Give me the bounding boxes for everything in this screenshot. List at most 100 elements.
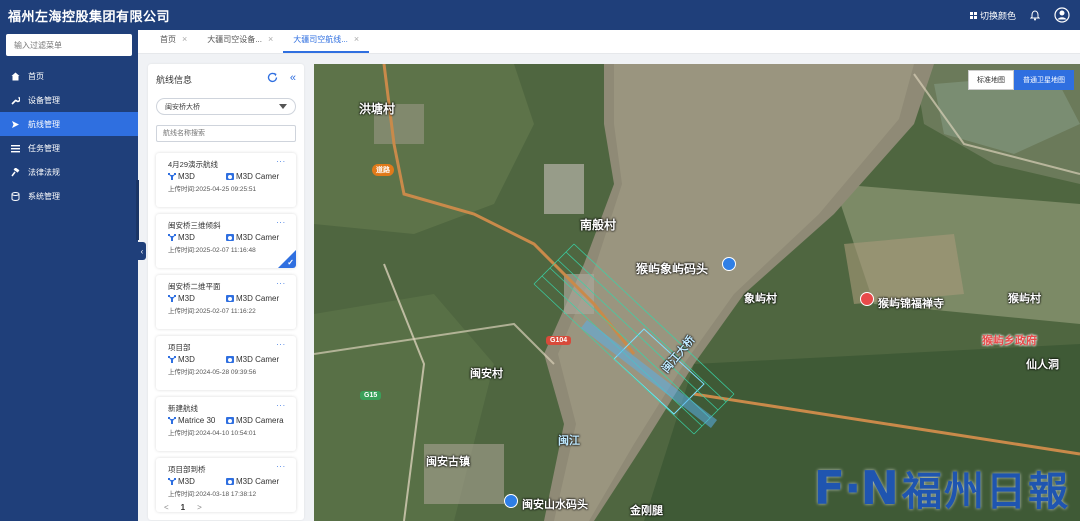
map-label-minan: 闽安村: [470, 368, 503, 380]
sidebar-item-routes[interactable]: 航线管理: [0, 112, 138, 136]
sidebar-collapse-button[interactable]: ‹: [138, 242, 146, 260]
map-label-xianren: 仙人洞: [1026, 359, 1059, 371]
prev-page-button[interactable]: <: [164, 503, 169, 512]
sidebar-resize-handle[interactable]: [136, 180, 139, 240]
sidebar-item-label: 航线管理: [28, 119, 60, 129]
drone-icon: [168, 416, 176, 425]
sidebar-item-system[interactable]: 系统管理: [0, 184, 138, 208]
sidebar: 首页 设备管理 航线管理 任务管理 法律法规 系统管理: [0, 30, 139, 521]
drone-icon: [168, 233, 176, 242]
tab-device[interactable]: 大疆司空设备... ×: [197, 31, 283, 53]
chevron-down-icon: [279, 104, 287, 109]
route-name: 闽安桥三维倾斜: [168, 221, 221, 230]
bell-icon[interactable]: [1030, 9, 1040, 21]
tab-route[interactable]: 大疆司空航线... ×: [283, 31, 370, 53]
tab-home[interactable]: 首页 ×: [150, 31, 197, 53]
route-camera: M3D Camer: [236, 477, 280, 486]
map-label-nanban: 南般村: [580, 218, 617, 232]
more-icon[interactable]: ...: [276, 399, 286, 408]
sidebar-item-label: 任务管理: [28, 143, 60, 153]
tab-label: 首页: [160, 34, 176, 44]
plane-icon: [11, 120, 20, 129]
sidebar-item-tasks[interactable]: 任务管理: [0, 136, 138, 160]
grid-icon: [969, 11, 977, 19]
camera-icon: [226, 295, 234, 302]
list-icon: [11, 144, 20, 153]
sidebar-item-home[interactable]: 首页: [0, 64, 138, 88]
tab-label: 大疆司空设备...: [207, 34, 262, 44]
route-camera: M3D Camer: [236, 355, 280, 364]
map-label-houyu-village: 猴屿村: [1008, 293, 1041, 305]
drone-icon: [168, 355, 176, 364]
menu-filter-input[interactable]: [6, 34, 132, 56]
route-list: 4月29演示航线 ... M3D M3D Camer 上传时间:2025-04-…: [156, 153, 296, 519]
road-shield-g104: G104: [546, 336, 572, 345]
temple-pin-icon[interactable]: [860, 292, 874, 306]
satellite-map-button[interactable]: 普通卫星地图: [1014, 70, 1074, 90]
wrench-icon: [11, 96, 21, 105]
route-panel: 航线信息 « 闽安桥大桥 4月29演示航线 ... M3D M3D Camer …: [148, 64, 304, 520]
sidebar-item-laws[interactable]: 法律法规: [0, 160, 138, 184]
map-label-river: 闽江: [558, 435, 580, 447]
fuzhou-daily-watermark: F·N 福州日報: [814, 459, 1070, 517]
watermark-logo: F·N: [813, 461, 899, 515]
route-camera: M3D Camera: [236, 416, 284, 425]
map-label-hongtang: 洪塘村: [359, 102, 396, 116]
camera-icon: [226, 173, 234, 180]
double-chevron-left-icon[interactable]: «: [290, 72, 296, 84]
close-icon[interactable]: ×: [354, 34, 359, 44]
route-card[interactable]: 闽安桥二维平面 ... M3D M3D Camer 上传时间:2025-02-0…: [156, 275, 296, 329]
map-label-jingang: 金刚腿: [630, 505, 663, 517]
route-camera: M3D Camer: [236, 233, 280, 242]
route-card[interactable]: 4月29演示航线 ... M3D M3D Camer 上传时间:2025-04-…: [156, 153, 296, 207]
more-icon[interactable]: ...: [276, 460, 286, 469]
more-icon[interactable]: ...: [276, 277, 286, 286]
camera-icon: [226, 356, 234, 363]
map-label-houyu-gov: 猴屿乡政府: [982, 335, 1037, 347]
route-card[interactable]: 新建航线 ... Matrice 30 M3D Camera 上传时间:2024…: [156, 397, 296, 451]
route-device: M3D: [178, 294, 195, 303]
check-icon: ✓: [287, 258, 294, 267]
watermark-text: 福州日報: [902, 468, 1070, 515]
route-upload-time: 上传时间:2025-04-25 09:25:51: [168, 186, 257, 193]
pier2-pin-icon[interactable]: [504, 494, 518, 508]
route-card[interactable]: 闽安桥三维倾斜 ... M3D M3D Camer 上传时间:2025-02-0…: [156, 214, 296, 268]
route-search-input[interactable]: [156, 125, 296, 142]
top-bar: 福州左海控股集团有限公司 切换颜色: [0, 0, 1080, 30]
panel-title: 航线信息: [156, 74, 193, 85]
map-label-houyu-pier: 猴屿象屿码头: [636, 262, 709, 276]
standard-map-button[interactable]: 标准地图: [968, 70, 1014, 90]
map-label-houyu-temple: 猴屿锦福禅寺: [878, 298, 944, 310]
sidebar-item-label: 法律法规: [28, 167, 60, 177]
refresh-icon[interactable]: [267, 72, 278, 85]
route-card[interactable]: 项目部 ... M3D M3D Camer 上传时间:2024-05-28 09…: [156, 336, 296, 390]
home-icon: [11, 72, 20, 81]
camera-icon: [226, 417, 234, 424]
close-icon[interactable]: ×: [182, 34, 187, 44]
company-name: 福州左海控股集团有限公司: [8, 8, 171, 24]
drone-icon: [168, 172, 176, 181]
map-label-pier2: 闽安山水码头: [522, 499, 588, 511]
next-page-button[interactable]: >: [197, 503, 202, 512]
map-type-toggle: 标准地图 普通卫星地图: [968, 70, 1074, 90]
close-icon[interactable]: ×: [268, 34, 273, 44]
project-select-value: 闽安桥大桥: [165, 103, 200, 111]
current-page[interactable]: 1: [181, 503, 185, 512]
route-name: 闽安桥二维平面: [168, 282, 221, 291]
project-select[interactable]: 闽安桥大桥: [156, 98, 296, 115]
route-device: M3D: [178, 172, 195, 181]
sidebar-item-devices[interactable]: 设备管理: [0, 88, 138, 112]
satellite-map[interactable]: 标准地图 普通卫星地图 洪塘村 南般村 猴屿象屿码头 象屿村 猴屿锦福禅寺 猴屿…: [314, 64, 1080, 521]
drone-icon: [168, 477, 176, 486]
user-avatar-icon[interactable]: [1054, 7, 1070, 23]
more-icon[interactable]: ...: [276, 155, 286, 164]
route-name: 新建航线: [168, 404, 198, 413]
map-label-xiangyu: 象屿村: [744, 293, 777, 305]
camera-icon: [226, 478, 234, 485]
route-camera: M3D Camer: [236, 172, 280, 181]
more-icon[interactable]: ...: [276, 338, 286, 347]
pier-pin-icon[interactable]: [722, 257, 736, 271]
gavel-icon: [11, 166, 20, 177]
theme-switch-button[interactable]: 切换颜色: [969, 9, 1016, 22]
more-icon[interactable]: ...: [276, 216, 286, 225]
